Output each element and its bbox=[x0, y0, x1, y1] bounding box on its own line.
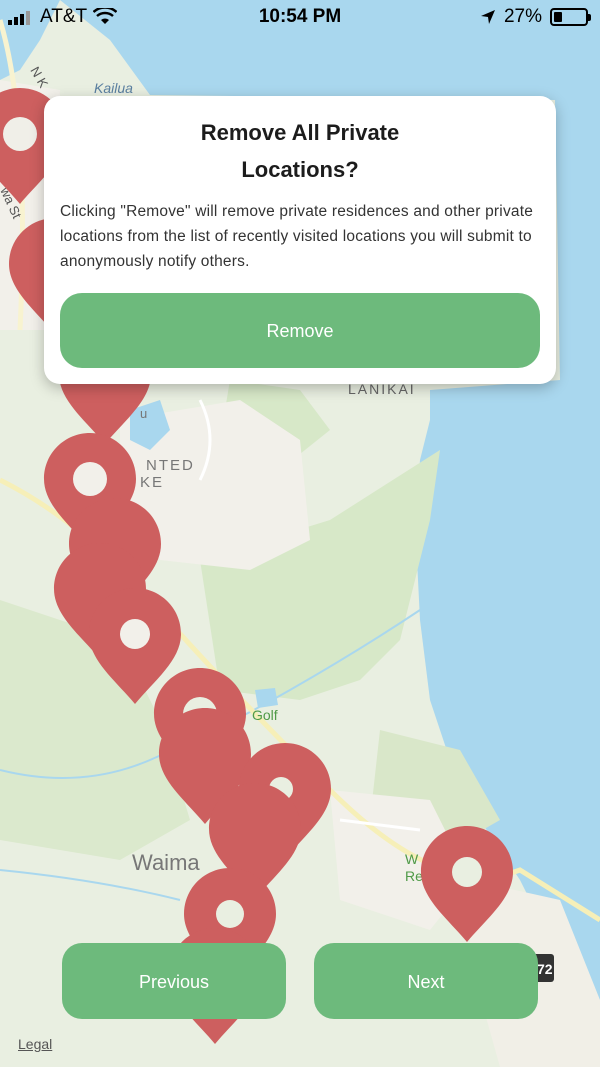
location-arrow-icon bbox=[480, 10, 495, 24]
remove-button[interactable]: Remove bbox=[60, 293, 540, 368]
dialog-message: Clicking "Remove" will remove private re… bbox=[60, 203, 534, 270]
map-label-waimanalo: Waima bbox=[132, 850, 200, 875]
route-shield: 72 bbox=[537, 961, 553, 977]
map-label-enchanted-1: NTED bbox=[146, 457, 195, 474]
legal-link[interactable]: Legal bbox=[18, 1036, 52, 1052]
battery-percent: 27% bbox=[503, 6, 542, 27]
map-label-kailua: Kailua bbox=[94, 80, 133, 96]
next-button[interactable]: Next bbox=[314, 943, 538, 1019]
map-label-enchanted-2: KE bbox=[140, 474, 164, 491]
dialog-title: Remove All Private Locations? bbox=[200, 120, 400, 182]
battery-icon bbox=[550, 8, 591, 26]
map-label-u: u bbox=[140, 406, 147, 421]
map-label-golf: Golf bbox=[252, 707, 278, 723]
previous-button[interactable]: Previous bbox=[62, 943, 286, 1019]
remove-private-locations-dialog: Remove All Private Locations? Clicking "… bbox=[44, 96, 556, 384]
status-bar: AT&T 10:54 PM 27% bbox=[0, 0, 600, 34]
